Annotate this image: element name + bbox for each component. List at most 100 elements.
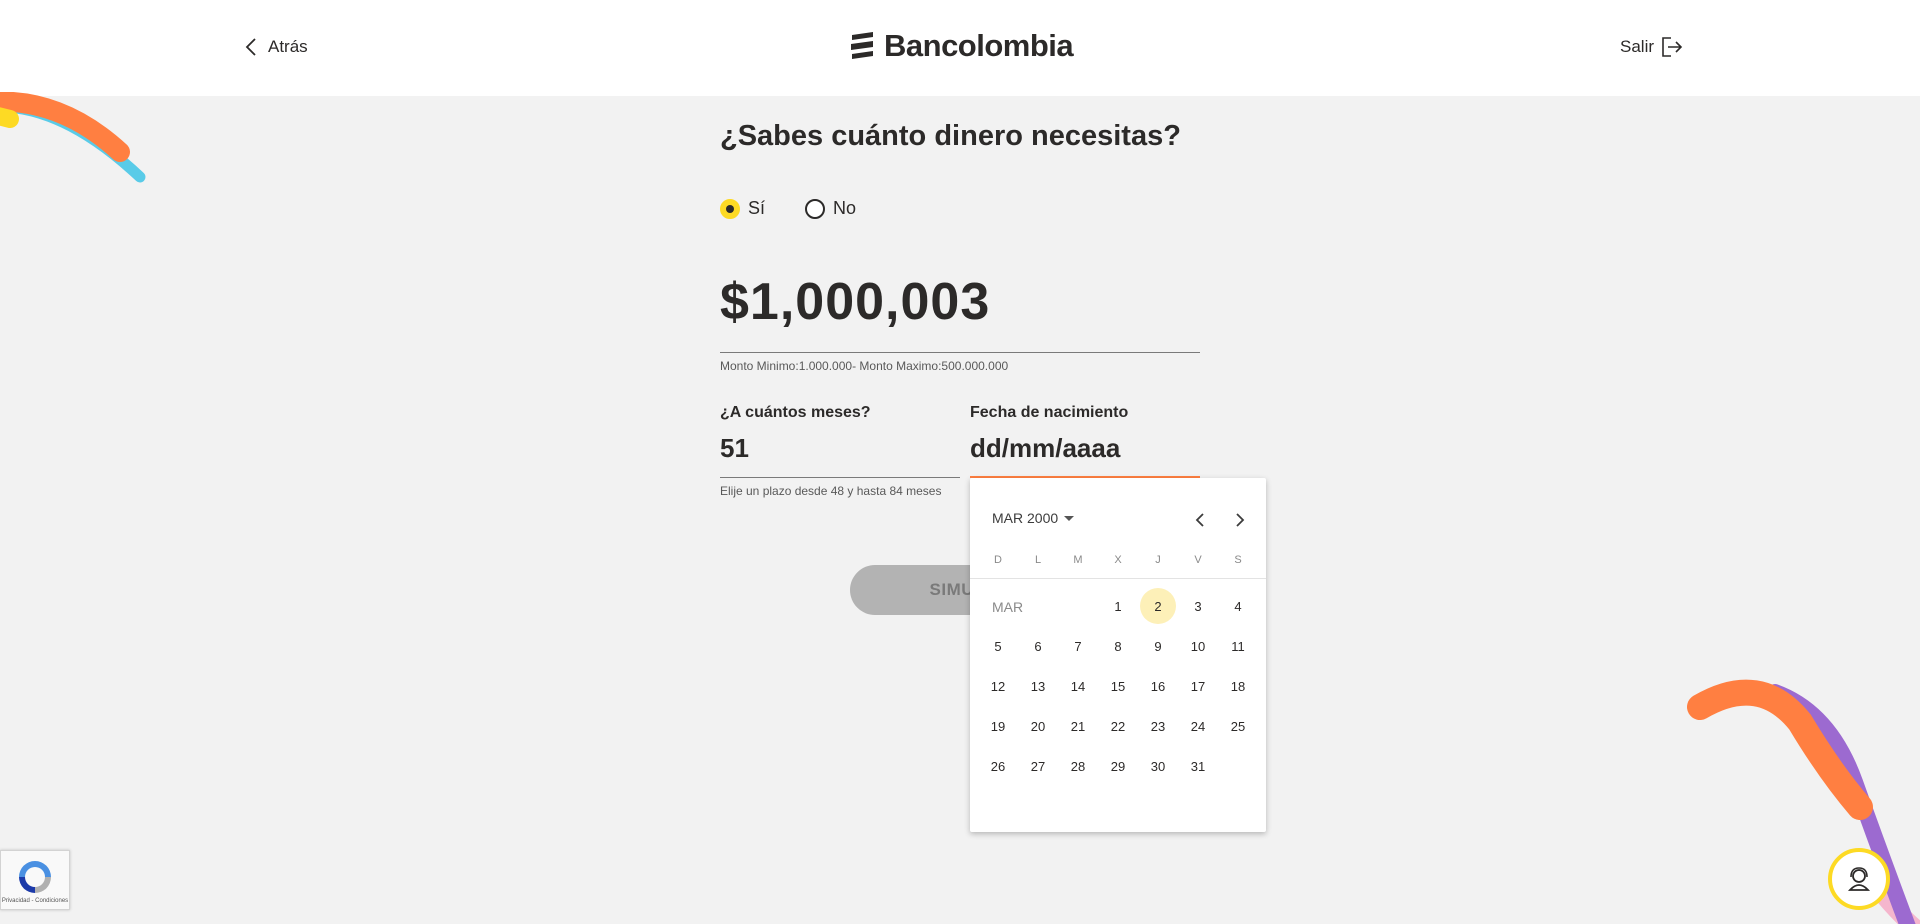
calendar-day-number: 6 [1034, 638, 1042, 654]
calendar-day[interactable]: 28 [1058, 746, 1098, 786]
calendar-day-number: 20 [1030, 718, 1046, 734]
calendar-day[interactable]: 30 [1138, 746, 1178, 786]
calendar-day-number: 27 [1030, 758, 1046, 774]
calendar-day-number: 18 [1230, 678, 1246, 694]
calendar-day[interactable]: 11 [1218, 626, 1258, 666]
calendar-day[interactable]: 31 [1178, 746, 1218, 786]
exit-button[interactable]: Salir [1620, 36, 1684, 58]
calendar-day-number: 17 [1190, 678, 1206, 694]
calendar-day[interactable]: 5 [978, 626, 1018, 666]
calendar-day[interactable]: 22 [1098, 706, 1138, 746]
radio-no[interactable] [805, 198, 826, 219]
weekday-label: S [1234, 554, 1242, 566]
recaptcha-badge[interactable]: Privacidad - Condiciones [0, 850, 70, 910]
month-year-label: MAR 2000 [992, 510, 1059, 526]
calendar-week-row: 19 20 21 22 23 24 25 [978, 706, 1258, 746]
calendar-day[interactable]: 16 [1138, 666, 1178, 706]
calendar-week-row: 12 13 14 15 16 17 18 [978, 666, 1258, 706]
calendar-day[interactable]: 18 [1218, 666, 1258, 706]
previous-month-button[interactable] [1188, 508, 1212, 532]
weekday-label: D [994, 554, 1002, 566]
calendar-day[interactable]: 2 [1138, 586, 1178, 626]
calendar-day[interactable]: 13 [1018, 666, 1058, 706]
calendar-day-number: 25 [1230, 718, 1246, 734]
calendar-day-number: 30 [1150, 758, 1166, 774]
calendar-day[interactable]: 21 [1058, 706, 1098, 746]
calendar-empty-cell [978, 586, 1018, 626]
calendar-day-number: 10 [1190, 638, 1206, 654]
calendar-day-number: 3 [1194, 598, 1202, 614]
calendar-day[interactable]: 26 [978, 746, 1018, 786]
calendar-day[interactable]: 12 [978, 666, 1018, 706]
back-button[interactable]: Atrás [244, 36, 308, 58]
calendar-day-number [1060, 588, 1096, 624]
exit-label: Salir [1620, 37, 1655, 56]
calendar-day-number: 23 [1150, 718, 1166, 734]
months-underline [720, 477, 960, 478]
chevron-right-icon [1236, 513, 1245, 527]
calendar-day[interactable]: 15 [1098, 666, 1138, 706]
calendar-day[interactable]: 4 [1218, 586, 1258, 626]
calendar-day-number: 21 [1070, 718, 1086, 734]
calendar-day[interactable]: 17 [1178, 666, 1218, 706]
bancolombia-logo[interactable]: Bancolombia [848, 28, 1074, 64]
calendar-day[interactable]: 6 [1018, 626, 1058, 666]
calendar-day-number: 15 [1110, 678, 1126, 694]
recaptcha-terms[interactable]: Privacidad - Condiciones [2, 898, 68, 904]
calendar-week-row: 26 27 28 29 30 31 [978, 746, 1258, 786]
calendar-day[interactable]: 8 [1098, 626, 1138, 666]
amount-hint: Monto Minimo:1.000.000- Monto Maximo:500… [720, 359, 1009, 373]
calendar-day[interactable]: 23 [1138, 706, 1178, 746]
calendar-day[interactable]: 3 [1178, 586, 1218, 626]
help-button[interactable] [1828, 848, 1890, 910]
calendar-day[interactable]: 25 [1218, 706, 1258, 746]
top-header: Atrás Bancolombia Salir [0, 0, 1920, 96]
date-picker: MAR 2000 DLMXJVS MAR 1 2 3 4 5 6 7 8 9 10 11 12 13 14… [970, 478, 1266, 832]
calendar-day-number: 11 [1231, 638, 1245, 654]
next-month-button[interactable] [1228, 508, 1252, 532]
calendar-day[interactable]: 24 [1178, 706, 1218, 746]
support-agent-icon [1847, 867, 1871, 891]
caret-down-icon [1064, 515, 1075, 521]
calendar-day-number: 26 [990, 758, 1006, 774]
amount-underline [720, 352, 1200, 353]
radio-yes-label: Sí [748, 198, 766, 218]
calendar-day[interactable]: 14 [1058, 666, 1098, 706]
calendar-day-number: 9 [1154, 638, 1162, 654]
radio-option-yes[interactable]: Sí [720, 198, 765, 219]
amount-known-radio-group: Sí No [720, 198, 856, 219]
calendar-day[interactable]: 19 [978, 706, 1018, 746]
weekday-label: J [1155, 554, 1161, 566]
calendar-day-number: 16 [1150, 678, 1166, 694]
calendar-day-number: 22 [1110, 718, 1126, 734]
calendar-day-number [1220, 748, 1256, 784]
weekday-label: L [1034, 554, 1042, 566]
weekday-label: M [1073, 554, 1083, 566]
weekday-label: V [1194, 554, 1202, 566]
calendar-grid: 1 2 3 4 5 6 7 8 9 10 11 12 13 14 15 16 17 18 19 20 21 22 23 24 2… [978, 586, 1258, 786]
calendar-day-number: 24 [1190, 718, 1206, 734]
months-hint: Elije un plazo desde 48 y hasta 84 meses [720, 484, 942, 498]
calendar-day-number: 14 [1070, 678, 1086, 694]
calendar-day[interactable]: 20 [1018, 706, 1058, 746]
back-label: Atrás [268, 37, 308, 56]
calendar-day[interactable]: 9 [1138, 626, 1178, 666]
birthdate-input[interactable]: dd/mm/aaaa [970, 433, 1120, 464]
radio-no-label: No [833, 198, 857, 218]
recaptcha-icon [19, 860, 51, 893]
calendar-day[interactable]: 27 [1018, 746, 1058, 786]
calendar-day[interactable]: 10 [1178, 626, 1218, 666]
calendar-day[interactable]: 1 [1098, 586, 1138, 626]
amount-input[interactable]: $1,000,003 [720, 272, 990, 332]
calendar-day-number: 29 [1110, 758, 1126, 774]
calendar-day-number: 1 [1114, 598, 1122, 614]
radio-option-no[interactable]: No [805, 198, 856, 219]
calendar-day-number: 13 [1030, 678, 1046, 694]
calendar-day[interactable]: 7 [1058, 626, 1098, 666]
month-year-selector[interactable]: MAR 2000 [992, 510, 1075, 526]
logout-icon [1662, 37, 1683, 57]
months-input[interactable]: 51 [720, 433, 749, 464]
calendar-day[interactable]: 29 [1098, 746, 1138, 786]
calendar-day-number: 28 [1070, 758, 1086, 774]
radio-yes[interactable] [720, 198, 740, 219]
